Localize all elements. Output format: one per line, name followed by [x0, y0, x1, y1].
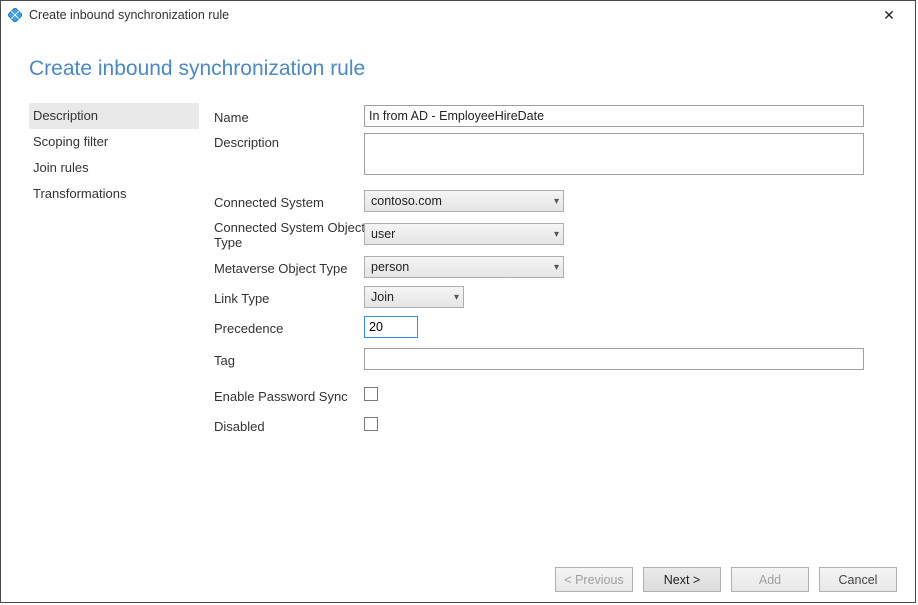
password-sync-checkbox[interactable]: [364, 387, 378, 401]
label-description: Description: [214, 133, 364, 150]
name-input[interactable]: [364, 105, 864, 127]
dialog-body: Create inbound synchronization rule Desc…: [1, 29, 915, 602]
chevron-down-icon: ▾: [554, 229, 559, 240]
label-mv-object-type: Metaverse Object Type: [214, 259, 364, 276]
label-disabled: Disabled: [214, 417, 364, 434]
label-tag: Tag: [214, 351, 364, 368]
sidebar-item-scoping-filter[interactable]: Scoping filter: [29, 129, 199, 155]
next-label: Next >: [664, 573, 700, 587]
previous-label: < Previous: [564, 573, 623, 587]
window-title: Create inbound synchronization rule: [29, 8, 229, 22]
label-password-sync: Enable Password Sync: [214, 387, 364, 404]
dialog-window: Create inbound synchronization rule ✕ Cr…: [0, 0, 916, 603]
add-label: Add: [759, 573, 781, 587]
app-icon: [7, 7, 23, 23]
sidebar-item-join-rules[interactable]: Join rules: [29, 155, 199, 181]
sidebar-item-transformations[interactable]: Transformations: [29, 181, 199, 207]
mv-object-type-value: person: [371, 260, 409, 274]
cancel-label: Cancel: [839, 573, 878, 587]
add-button[interactable]: Add: [731, 567, 809, 592]
cs-object-type-value: user: [371, 227, 395, 241]
sidebar-item-description[interactable]: Description: [29, 103, 199, 129]
footer-buttons: < Previous Next > Add Cancel: [555, 567, 897, 592]
page-title: Create inbound synchronization rule: [29, 57, 915, 81]
disabled-checkbox[interactable]: [364, 417, 378, 431]
label-link-type: Link Type: [214, 289, 364, 306]
content-area: Description Scoping filter Join rules Tr…: [1, 103, 915, 442]
sidebar-item-label: Join rules: [33, 160, 89, 175]
connected-system-value: contoso.com: [371, 194, 442, 208]
sidebar-item-label: Scoping filter: [33, 134, 108, 149]
chevron-down-icon: ▾: [554, 262, 559, 273]
mv-object-type-select[interactable]: person ▾: [364, 256, 564, 278]
label-name: Name: [214, 108, 364, 125]
cs-object-type-select[interactable]: user ▾: [364, 223, 564, 245]
precedence-input[interactable]: [364, 316, 418, 338]
previous-button[interactable]: < Previous: [555, 567, 633, 592]
next-button[interactable]: Next >: [643, 567, 721, 592]
chevron-down-icon: ▾: [454, 292, 459, 303]
sidebar-item-label: Transformations: [33, 186, 126, 201]
cancel-button[interactable]: Cancel: [819, 567, 897, 592]
description-input[interactable]: [364, 133, 864, 175]
label-precedence: Precedence: [214, 319, 364, 336]
form-panel: Name Description Connected System: [214, 103, 915, 442]
label-connected-system: Connected System: [214, 193, 364, 210]
link-type-value: Join: [371, 290, 394, 304]
chevron-down-icon: ▾: [554, 196, 559, 207]
titlebar: Create inbound synchronization rule ✕: [1, 1, 915, 29]
tag-input[interactable]: [364, 348, 864, 370]
link-type-select[interactable]: Join ▾: [364, 286, 464, 308]
sidebar: Description Scoping filter Join rules Tr…: [29, 103, 214, 442]
label-cs-object-type: Connected System Object Type: [214, 218, 384, 250]
sidebar-item-label: Description: [33, 108, 98, 123]
connected-system-select[interactable]: contoso.com ▾: [364, 190, 564, 212]
close-icon: ✕: [883, 7, 895, 24]
close-button[interactable]: ✕: [869, 3, 909, 27]
